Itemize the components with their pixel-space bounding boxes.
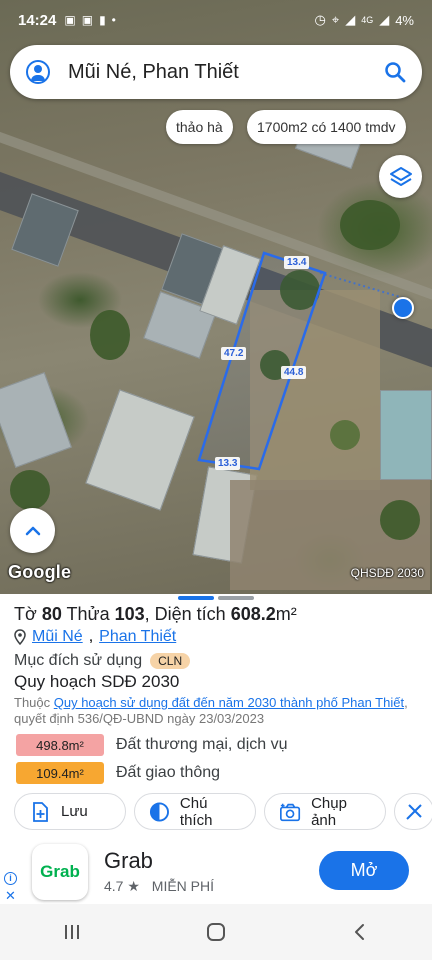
back-icon[interactable] xyxy=(350,922,370,942)
search-icon[interactable] xyxy=(384,61,406,83)
plot-prefix: Thửa xyxy=(61,604,115,624)
account-icon[interactable] xyxy=(26,60,50,84)
area-prefix: , Diện tích xyxy=(144,604,231,624)
zone-area-badge: 498.8m² xyxy=(16,734,104,756)
plot-number: 103 xyxy=(114,604,145,624)
location-pin-icon xyxy=(14,629,26,645)
zone-label: Đất thương mại, dịch vụ xyxy=(116,736,288,753)
status-time: 14:24 xyxy=(18,11,57,29)
plan-reference: Thuộc Quy hoạch sử dụng đất đến năm 2030… xyxy=(14,695,418,727)
measure-bottom: 13.3 xyxy=(215,457,241,470)
layers-button[interactable] xyxy=(379,155,422,198)
saved-chip[interactable]: 1700m2 có 1400 tmdv xyxy=(247,110,406,144)
save-button[interactable]: Lưu xyxy=(14,793,126,830)
sheet-handle[interactable] xyxy=(178,596,254,600)
battery-percent: 4% xyxy=(395,12,414,28)
belongs-prefix: Thuộc xyxy=(14,695,54,710)
zone-row: 109.4m² Đất giao thông xyxy=(16,762,220,784)
measure-button[interactable] xyxy=(394,793,432,830)
page-indicator-active xyxy=(178,596,214,600)
signal-icon: ◢ xyxy=(345,12,356,27)
system-icons: ◷ ⌖ ◢ 4G ◢ 4% xyxy=(315,12,414,28)
notification-icon: ▮ xyxy=(99,13,106,27)
home-icon[interactable] xyxy=(205,921,227,943)
expand-button[interactable] xyxy=(10,508,55,553)
layers-icon xyxy=(389,166,412,186)
plan-title: Quy hoạch SDĐ 2030 xyxy=(14,672,180,691)
ruler-icon xyxy=(406,803,422,820)
measure-right: 44.8 xyxy=(281,366,307,379)
parcel-info-sheet: Tờ 80 Thửa 103, Diện tích 608.2m² Mũi Né… xyxy=(0,594,432,840)
capture-label: Chụp ảnh xyxy=(311,794,347,829)
page-indicator xyxy=(218,596,254,600)
status-bar: 14:24 ▣ ▣ ▮ • ◷ ⌖ ◢ 4G ◢ 4% xyxy=(0,0,432,40)
sheet-number: 80 xyxy=(41,604,62,624)
title-prefix: Tờ xyxy=(14,604,42,624)
legend-label: Chú thích xyxy=(179,794,213,829)
ad-info-icon[interactable]: i xyxy=(4,872,17,885)
network-label: 4G xyxy=(361,15,374,25)
saved-chip[interactable]: thảo hà xyxy=(166,110,233,144)
search-query[interactable]: Mũi Né, Phan Thiết xyxy=(68,61,384,84)
chip-label: thảo hà xyxy=(176,119,223,135)
alarm-icon: ◷ xyxy=(314,12,326,27)
dot-icon: • xyxy=(111,13,116,27)
area-value: 608.2 xyxy=(230,604,276,624)
save-label: Lưu xyxy=(61,803,88,820)
parcel-location: Mũi Né, Phan Thiết xyxy=(14,628,176,646)
zone-label: Đất giao thông xyxy=(116,764,221,781)
add-file-icon xyxy=(33,801,48,822)
ad-close-icon[interactable]: ✕ xyxy=(5,888,16,904)
measure-left: 47.2 xyxy=(221,347,247,360)
legend-icon xyxy=(149,801,169,822)
app-name: Grab xyxy=(104,848,153,873)
area-unit: m² xyxy=(275,604,297,624)
city-link[interactable]: Phan Thiết xyxy=(99,628,176,646)
location-separator: , xyxy=(88,628,94,645)
recent-apps-icon[interactable] xyxy=(62,922,82,942)
notification-icon: ▣ xyxy=(81,13,94,27)
app-logo[interactable]: Grab xyxy=(32,844,88,900)
notification-icons: ▣ ▣ ▮ • xyxy=(64,13,116,27)
capture-button[interactable]: Chụp ảnh xyxy=(264,793,386,830)
zone-area-badge: 109.4m² xyxy=(16,762,104,784)
plan-link[interactable]: Quy hoạch sử dụng đất đến năm 2030 thành… xyxy=(54,695,404,710)
legend-button[interactable]: Chú thích xyxy=(134,793,256,830)
action-bar: Lưu Chú thích Chụp ảnh xyxy=(14,793,432,830)
purpose-badge: CLN xyxy=(150,653,191,669)
layer-label: QHSDĐ 2030 xyxy=(350,566,424,580)
open-app-button[interactable]: Mở xyxy=(319,851,409,890)
search-bar[interactable]: Mũi Né, Phan Thiết xyxy=(10,45,422,99)
system-nav-bar xyxy=(0,904,432,960)
signal-icon: ◢ xyxy=(379,12,390,27)
app-logo-text: Grab xyxy=(40,862,80,881)
google-logo: Google xyxy=(8,562,72,582)
app-rating: 4.7 ★ xyxy=(104,878,140,894)
app-meta: 4.7 ★ MIỄN PHÍ xyxy=(104,878,214,895)
location-icon: ⌖ xyxy=(331,12,340,27)
measure-top: 13.4 xyxy=(284,256,310,269)
screen: 13.4 44.8 47.2 13.3 Google QHSDĐ 2030 14… xyxy=(0,0,432,960)
notification-icon: ▣ xyxy=(64,13,76,27)
camera-icon xyxy=(280,803,301,821)
ward-link[interactable]: Mũi Né xyxy=(32,628,83,646)
zone-row: 498.8m² Đất thương mại, dịch vụ xyxy=(16,734,288,756)
purpose-label: Mục đích sử dụng xyxy=(14,652,143,669)
chevron-up-icon xyxy=(25,526,40,535)
chip-label: 1700m2 có 1400 tmdv xyxy=(257,119,396,135)
app-price: MIỄN PHÍ xyxy=(151,878,215,894)
ad-banner[interactable]: i ✕ Grab Grab 4.7 ★ MIỄN PHÍ Mở xyxy=(0,840,432,904)
parcel-title: Tờ 80 Thửa 103, Diện tích 608.2m² xyxy=(14,604,297,625)
my-location-dot xyxy=(392,297,414,319)
purpose-row: Mục đích sử dụng CLN xyxy=(14,652,191,670)
